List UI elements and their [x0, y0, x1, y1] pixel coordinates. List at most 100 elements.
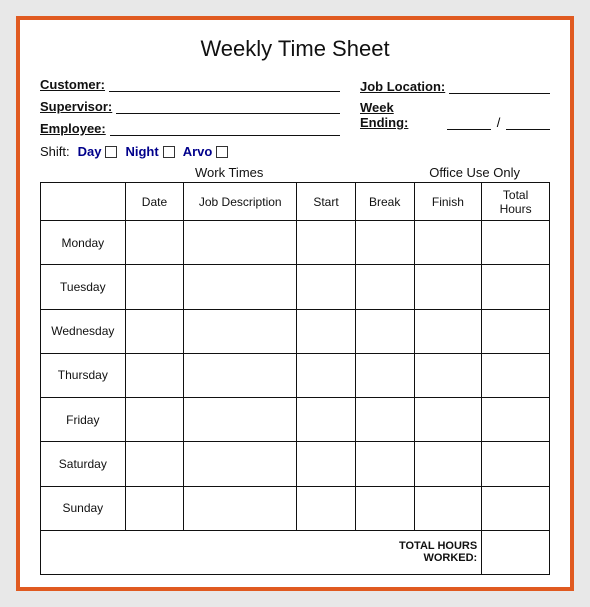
supervisor-field: Supervisor: — [40, 98, 340, 114]
jobdesc-wednesday[interactable] — [184, 309, 297, 353]
shift-label: Shift: — [40, 144, 70, 159]
day-wednesday: Wednesday — [41, 309, 126, 353]
header-total-hours: TotalHours — [482, 183, 550, 221]
finish-monday[interactable] — [414, 221, 482, 265]
week-ending-slash: / — [495, 115, 503, 130]
timesheet-table: Date Job Description Start Break Finish … — [40, 182, 550, 575]
supervisor-label: Supervisor: — [40, 99, 112, 114]
shift-option-arvo: Arvo — [183, 144, 229, 159]
header-start: Start — [297, 183, 356, 221]
office-use-label: Office Use Only — [429, 165, 520, 180]
finish-sunday[interactable] — [414, 486, 482, 530]
shift-row: Shift: Day Night Arvo — [40, 144, 550, 159]
job-location-field: Job Location: — [360, 78, 550, 94]
total-saturday[interactable] — [482, 442, 550, 486]
finish-wednesday[interactable] — [414, 309, 482, 353]
start-monday[interactable] — [297, 221, 356, 265]
customer-underline — [109, 76, 340, 92]
start-wednesday[interactable] — [297, 309, 356, 353]
date-wednesday[interactable] — [125, 309, 184, 353]
break-thursday[interactable] — [355, 353, 414, 397]
finish-friday[interactable] — [414, 398, 482, 442]
finish-saturday[interactable] — [414, 442, 482, 486]
total-friday[interactable] — [482, 398, 550, 442]
job-location-underline — [449, 78, 550, 94]
total-row-empty-1 — [41, 530, 356, 574]
table-row: Saturday — [41, 442, 550, 486]
day-tuesday: Tuesday — [41, 265, 126, 309]
date-friday[interactable] — [125, 398, 184, 442]
break-friday[interactable] — [355, 398, 414, 442]
total-thursday[interactable] — [482, 353, 550, 397]
total-monday[interactable] — [482, 221, 550, 265]
shift-arvo-label: Arvo — [183, 144, 213, 159]
shift-option-night: Night — [125, 144, 174, 159]
supervisor-underline — [116, 98, 340, 114]
date-tuesday[interactable] — [125, 265, 184, 309]
table-row: Monday — [41, 221, 550, 265]
day-friday: Friday — [41, 398, 126, 442]
total-sunday[interactable] — [482, 486, 550, 530]
header-job-description: Job Description — [184, 183, 297, 221]
header-break: Break — [355, 183, 414, 221]
total-tuesday[interactable] — [482, 265, 550, 309]
total-hours-label: TOTAL HOURS WORKED: — [355, 530, 481, 574]
header-date: Date — [125, 183, 184, 221]
date-saturday[interactable] — [125, 442, 184, 486]
table-row: Friday — [41, 398, 550, 442]
header-day — [41, 183, 126, 221]
work-times-label: Work Times — [195, 165, 263, 180]
shift-arvo-checkbox[interactable] — [216, 146, 228, 158]
week-ending-part1 — [447, 114, 491, 130]
start-thursday[interactable] — [297, 353, 356, 397]
date-thursday[interactable] — [125, 353, 184, 397]
employee-underline — [110, 120, 340, 136]
day-thursday: Thursday — [41, 353, 126, 397]
shift-night-label: Night — [125, 144, 158, 159]
finish-thursday[interactable] — [414, 353, 482, 397]
break-sunday[interactable] — [355, 486, 414, 530]
break-saturday[interactable] — [355, 442, 414, 486]
start-friday[interactable] — [297, 398, 356, 442]
week-ending-label: Week Ending: — [360, 100, 443, 130]
total-hours-row: TOTAL HOURS WORKED: — [41, 530, 550, 574]
break-tuesday[interactable] — [355, 265, 414, 309]
section-headers: Work Times Office Use Only — [40, 165, 550, 182]
day-sunday: Sunday — [41, 486, 126, 530]
total-hours-value[interactable] — [482, 530, 550, 574]
week-ending-part2 — [506, 114, 550, 130]
page-container: Weekly Time Sheet Customer: Supervisor: … — [16, 16, 574, 591]
form-left: Customer: Supervisor: Employee: — [40, 76, 340, 136]
job-location-label: Job Location: — [360, 79, 445, 94]
start-saturday[interactable] — [297, 442, 356, 486]
shift-day-label: Day — [78, 144, 102, 159]
table-row: Thursday — [41, 353, 550, 397]
jobdesc-friday[interactable] — [184, 398, 297, 442]
page-title: Weekly Time Sheet — [40, 36, 550, 62]
customer-label: Customer: — [40, 77, 105, 92]
header-finish: Finish — [414, 183, 482, 221]
jobdesc-saturday[interactable] — [184, 442, 297, 486]
table-header-row: Date Job Description Start Break Finish … — [41, 183, 550, 221]
employee-label: Employee: — [40, 121, 106, 136]
break-wednesday[interactable] — [355, 309, 414, 353]
date-monday[interactable] — [125, 221, 184, 265]
total-wednesday[interactable] — [482, 309, 550, 353]
customer-field: Customer: — [40, 76, 340, 92]
finish-tuesday[interactable] — [414, 265, 482, 309]
start-sunday[interactable] — [297, 486, 356, 530]
jobdesc-tuesday[interactable] — [184, 265, 297, 309]
table-row: Tuesday — [41, 265, 550, 309]
start-tuesday[interactable] — [297, 265, 356, 309]
shift-option-day: Day — [78, 144, 118, 159]
break-monday[interactable] — [355, 221, 414, 265]
employee-field: Employee: — [40, 120, 340, 136]
shift-night-checkbox[interactable] — [163, 146, 175, 158]
shift-day-checkbox[interactable] — [105, 146, 117, 158]
form-section: Customer: Supervisor: Employee: Job Loca… — [40, 76, 550, 136]
jobdesc-sunday[interactable] — [184, 486, 297, 530]
jobdesc-monday[interactable] — [184, 221, 297, 265]
week-ending-field: Week Ending: / — [360, 100, 550, 130]
jobdesc-thursday[interactable] — [184, 353, 297, 397]
date-sunday[interactable] — [125, 486, 184, 530]
